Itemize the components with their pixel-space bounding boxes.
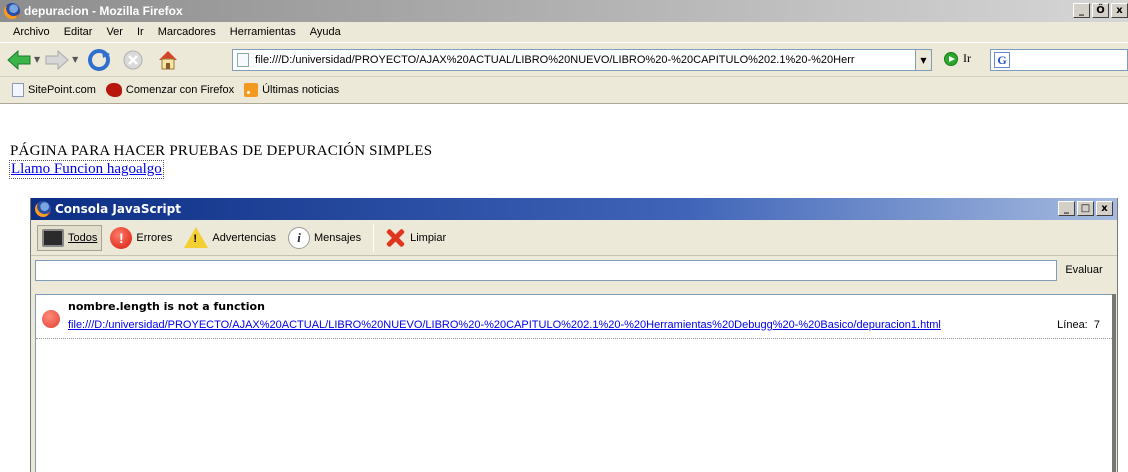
console-titlebar: Consola JavaScript _ □ x — [31, 198, 1117, 220]
filter-warnings-button[interactable]: ! Advertencias — [180, 224, 280, 251]
browser-titlebar: depuracion - Mozilla Firefox _ Ő x — [0, 0, 1128, 22]
console-all-icon — [42, 228, 64, 247]
info-icon: i — [288, 226, 311, 249]
bookmark-ultimas-noticias[interactable]: Últimas noticias — [244, 83, 339, 97]
filter-messages-label: Mensajes — [314, 231, 362, 244]
clear-label: Limpiar — [410, 231, 447, 244]
search-box[interactable]: G — [990, 49, 1128, 71]
menu-ir[interactable]: Ir — [130, 26, 151, 38]
filter-errors-label: Errores — [136, 231, 173, 244]
error-line-number: Línea: 7 — [1057, 319, 1100, 331]
bookmarks-toolbar: SitePoint.com Comenzar con Firefox Últim… — [0, 76, 1128, 104]
line-value: 7 — [1093, 319, 1100, 331]
evaluate-input[interactable] — [35, 259, 1057, 281]
go-button[interactable]: Ir — [944, 51, 971, 66]
forward-button[interactable] — [44, 47, 70, 73]
filter-errors-button[interactable]: ! Errores — [106, 224, 176, 252]
back-arrow-icon — [7, 49, 31, 70]
navigation-toolbar: ▼ ▼ file:///D:/universidad/PROYECTO/AJAX… — [0, 42, 1128, 76]
url-dropdown-icon[interactable]: ▼ — [915, 50, 931, 70]
console-close-button[interactable]: x — [1096, 201, 1113, 216]
firefox-icon — [4, 3, 20, 19]
error-message-text: nombre.length is not a function — [68, 300, 265, 313]
stop-button[interactable] — [122, 47, 144, 73]
console-message-row[interactable]: nombre.length is not a function file:///… — [36, 295, 1112, 339]
error-icon: ! — [110, 226, 133, 249]
bookmark-label: Comenzar con Firefox — [125, 84, 235, 96]
evaluate-button[interactable]: Evaluar — [1057, 264, 1111, 276]
bookmark-label: SitePoint.com — [28, 84, 96, 96]
clear-x-icon — [384, 227, 406, 249]
forward-history-dropdown-icon[interactable]: ▼ — [72, 55, 78, 64]
reload-icon — [88, 48, 111, 71]
console-toolbar: Todos ! Errores ! Advertencias i Mensaje… — [31, 220, 1117, 256]
stop-icon — [123, 50, 143, 69]
close-button[interactable]: x — [1111, 3, 1128, 18]
menu-marcadores[interactable]: Marcadores — [151, 26, 223, 38]
address-bar[interactable]: file:///D:/universidad/PROYECTO/AJAX%20A… — [232, 49, 932, 71]
filter-messages-button[interactable]: i Mensajes — [284, 224, 365, 252]
console-message-list[interactable]: nombre.length is not a function file:///… — [35, 294, 1116, 472]
back-history-dropdown-icon[interactable]: ▼ — [34, 55, 40, 64]
console-minimize-button[interactable]: _ — [1058, 201, 1075, 216]
bookmark-label: Últimas noticias — [262, 84, 340, 96]
menu-archivo[interactable]: Archivo — [6, 26, 57, 38]
error-source-link[interactable]: file:///D:/universidad/PROYECTO/AJAX%20A… — [68, 319, 941, 331]
warning-icon: ! — [184, 227, 209, 248]
home-button[interactable] — [156, 47, 180, 73]
go-arrow-icon — [944, 51, 958, 66]
evaluate-row: Evaluar — [31, 256, 1117, 284]
javascript-console-window: Consola JavaScript _ □ x Todos ! Errores… — [30, 198, 1118, 472]
reload-button[interactable] — [86, 47, 112, 73]
go-label: Ir — [963, 51, 971, 65]
filter-warnings-label: Advertencias — [212, 231, 277, 244]
restore-button[interactable]: Ő — [1092, 3, 1109, 18]
menubar: Archivo Editar Ver Ir Marcadores Herrami… — [0, 22, 1128, 42]
console-maximize-button[interactable]: □ — [1077, 201, 1094, 216]
page-heading: PÁGINA PARA HACER PRUEBAS DE DEPURACIÓN … — [10, 143, 433, 159]
google-search-icon[interactable]: G — [994, 52, 1010, 68]
url-text[interactable]: file:///D:/universidad/PROYECTO/AJAX%20A… — [255, 54, 915, 66]
menu-ver[interactable]: Ver — [99, 26, 130, 38]
forward-arrow-icon — [45, 49, 69, 70]
toolbar-separator — [373, 223, 375, 252]
clear-button[interactable]: Limpiar — [380, 224, 450, 252]
firefox-icon — [105, 83, 122, 97]
rss-icon — [244, 83, 259, 97]
error-dot-icon — [42, 310, 60, 328]
console-window-controls: _ □ x — [1058, 201, 1113, 216]
line-label: Línea: — [1057, 319, 1088, 331]
home-icon — [159, 50, 178, 69]
console-right-border — [1112, 294, 1116, 472]
minimize-button[interactable]: _ — [1073, 3, 1090, 18]
back-button[interactable] — [6, 47, 32, 73]
firefox-icon — [35, 201, 51, 217]
browser-window-controls: _ Ő x — [1073, 3, 1128, 18]
console-title: Consola JavaScript — [55, 202, 181, 216]
bookmark-comenzar-con-firefox[interactable]: Comenzar con Firefox — [105, 83, 235, 97]
filter-all-button[interactable]: Todos — [37, 224, 103, 251]
page-icon — [237, 53, 249, 67]
hagoalgo-link[interactable]: Llamo Funcion hagoalgo — [9, 160, 164, 179]
page-icon — [12, 83, 24, 97]
menu-herramientas[interactable]: Herramientas — [223, 26, 303, 38]
bookmark-sitepoint[interactable]: SitePoint.com — [12, 83, 96, 97]
menu-editar[interactable]: Editar — [57, 26, 100, 38]
browser-title: depuracion - Mozilla Firefox — [24, 4, 183, 18]
menu-ayuda[interactable]: Ayuda — [303, 26, 348, 38]
filter-all-label: Todos — [68, 231, 98, 244]
